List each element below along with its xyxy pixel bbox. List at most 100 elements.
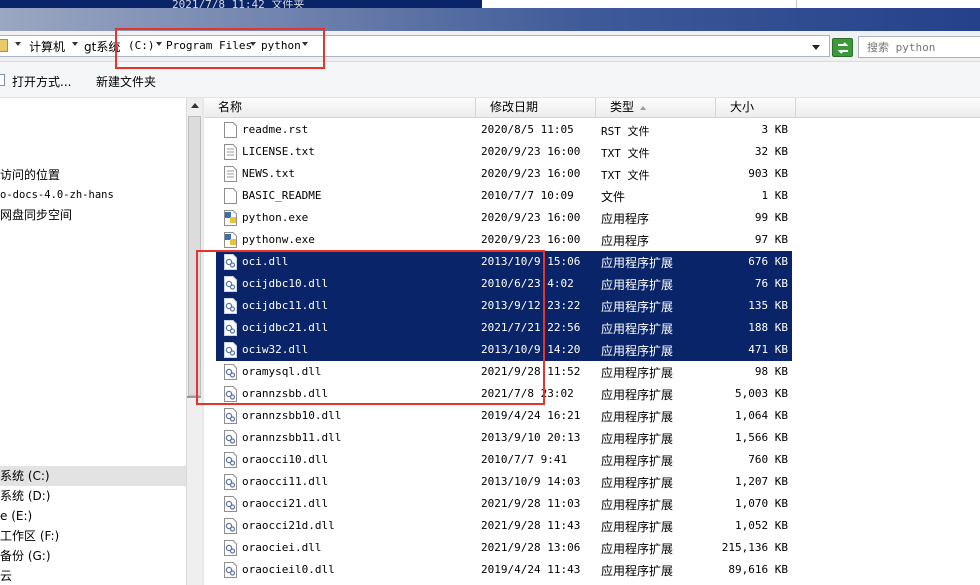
file-modified-date: 2020/9/23 16:00 <box>481 167 581 180</box>
file-modified-date: 2020/8/5 11:05 <box>481 123 574 136</box>
file-size: 3 KB <box>761 123 789 136</box>
search-box[interactable] <box>858 36 980 58</box>
file-size: 89,616 KB <box>728 563 788 576</box>
new-folder-button[interactable]: 新建文件夹 <box>96 73 156 90</box>
file-row[interactable]: ociw32.dll 2013/10/9 14:20 应用程序扩展 471 KB <box>204 339 980 361</box>
file-row[interactable]: oraocci11.dll 2013/10/9 14:03 应用程序扩展 1,207 … <box>204 471 980 493</box>
text-file-icon <box>224 166 237 182</box>
file-name: ociw32.dll <box>242 343 309 356</box>
file-modified-date: 2010/7/7 10:09 <box>481 189 574 202</box>
dll-icon <box>224 386 237 402</box>
file-size: 760 KB <box>748 453 788 466</box>
column-header-date[interactable]: 修改日期 <box>476 98 596 118</box>
file-modified-date: 2013/10/9 15:06 <box>481 255 581 268</box>
file-size: 1,070 KB <box>735 497 788 510</box>
column-header-name[interactable]: 名称 <box>204 98 476 118</box>
file-name: orannzsbb10.dll <box>242 409 342 422</box>
nav-item-cloud[interactable]: 云 <box>0 567 12 585</box>
open-with-button[interactable]: 打开方式... <box>12 73 71 90</box>
file-type: 应用程序扩展 <box>601 256 674 270</box>
file-name: oci.dll <box>242 255 289 268</box>
file-row[interactable]: orannzsbb.dll 2021/7/8 23:02 应用程序扩展 5,003 K… <box>204 383 980 405</box>
file-row[interactable]: ocijdbc10.dll 2010/6/23 4:02 应用程序扩展 76 KB <box>204 273 980 295</box>
background-window-divider <box>796 0 797 8</box>
file-name: orannzsbb11.dll <box>242 431 342 444</box>
nav-item-drive-g[interactable]: 备份 (G:) <box>0 547 51 565</box>
nav-item-drive-d[interactable]: 系统 (D:) <box>0 487 50 505</box>
file-type: 应用程序扩展 <box>601 344 674 358</box>
nav-item-drive-f[interactable]: 工作区 (F:) <box>0 527 59 545</box>
chevron-down-icon[interactable] <box>72 42 78 46</box>
file-size: 1 KB <box>761 189 789 202</box>
file-row[interactable]: python.exe 2020/9/23 16:00 应用程序 99 KB <box>204 207 980 229</box>
file-type: 应用程序扩展 <box>601 454 674 468</box>
file-size: 903 KB <box>748 167 788 180</box>
file-type: TXT 文件 <box>601 169 650 182</box>
file-size: 135 KB <box>748 299 788 312</box>
file-modified-date: 2019/4/24 11:43 <box>481 563 581 576</box>
file-row[interactable]: oraocci21.dll 2021/9/28 11:03 应用程序扩展 1,070 … <box>204 493 980 515</box>
file-size: 1,052 KB <box>735 519 788 532</box>
file-type: 应用程序 <box>601 234 650 248</box>
file-name: ocijdbc10.dll <box>242 277 329 290</box>
chevron-right-icon[interactable] <box>15 42 21 46</box>
dll-icon <box>224 496 237 512</box>
document-icon <box>224 122 237 138</box>
file-row[interactable]: readme.rst 2020/8/5 11:05 RST 文件 3 KB <box>204 119 980 141</box>
file-row[interactable]: oraociei.dll 2021/9/28 13:06 应用程序扩展 215,136… <box>204 537 980 559</box>
chevron-down-icon[interactable] <box>302 42 308 46</box>
nav-item-cloud-sync[interactable]: 网盘同步空间 <box>0 206 72 224</box>
nav-item-docs-folder[interactable]: o-docs-4.0-zh-hans <box>0 186 114 204</box>
search-input[interactable] <box>867 39 977 55</box>
file-row[interactable]: ocijdbc11.dll 2013/9/12 23:22 应用程序扩展 135 KB <box>204 295 980 317</box>
file-row[interactable]: oraocieil0.dll 2019/4/24 11:43 应用程序扩展 89,61… <box>204 559 980 581</box>
file-row[interactable]: orannzsbb11.dll 2013/9/10 20:13 应用程序扩展 1,56… <box>204 427 980 449</box>
column-header-size[interactable]: 大小 <box>716 98 796 118</box>
file-row[interactable]: ocijdbc21.dll 2021/7/21 22:56 应用程序扩展 188 KB <box>204 317 980 339</box>
breadcrumb-program-files[interactable]: Program Files <box>166 39 252 52</box>
column-size-label: 大小 <box>730 100 755 114</box>
breadcrumb-python[interactable]: python <box>261 39 301 52</box>
file-name: NEWS.txt <box>242 167 295 180</box>
dll-icon <box>224 452 237 468</box>
nav-item-recent-places[interactable]: 访问的位置 <box>0 166 60 184</box>
address-bar[interactable]: 计算机 gt系统 (C:) Program Files python <box>0 35 830 57</box>
file-modified-date: 2020/9/23 16:00 <box>481 211 581 224</box>
file-row[interactable]: oraocci21d.dll 2021/9/28 11:43 应用程序扩展 1,052… <box>204 515 980 537</box>
dll-icon <box>224 254 237 270</box>
column-header-type[interactable]: 类型 <box>596 98 716 118</box>
breadcrumb-drive-c[interactable]: (C:) <box>128 39 155 52</box>
file-row[interactable]: BASIC_README 2010/7/7 10:09 文件 1 KB <box>204 185 980 207</box>
file-type: TXT 文件 <box>601 147 650 160</box>
file-row[interactable]: oraocci10.dll 2010/7/7 9:41 应用程序扩展 760 KB <box>204 449 980 471</box>
file-row[interactable]: pythonw.exe 2020/9/23 16:00 应用程序 97 KB <box>204 229 980 251</box>
address-dropdown-icon[interactable] <box>812 45 820 50</box>
scrollbar-thumb[interactable] <box>188 116 201 396</box>
nav-item-drive-e[interactable]: e (E:) <box>0 507 32 525</box>
file-modified-date: 2021/7/21 22:56 <box>481 321 581 334</box>
file-size: 5,003 KB <box>735 387 788 400</box>
chevron-down-icon[interactable] <box>250 42 256 46</box>
nav-item-drive-c[interactable]: 系统 (C:) <box>0 467 50 485</box>
file-size: 98 KB <box>754 365 788 378</box>
breadcrumb-computer[interactable]: 计算机 <box>29 38 65 55</box>
file-modified-date: 2010/6/23 4:02 <box>481 277 574 290</box>
file-row[interactable]: NEWS.txt 2020/9/23 16:00 TXT 文件 903 KB <box>204 163 980 185</box>
chevron-down-icon[interactable] <box>156 42 162 46</box>
file-row[interactable]: orannzsbb10.dll 2019/4/24 16:21 应用程序扩展 1,06… <box>204 405 980 427</box>
file-row[interactable]: LICENSE.txt 2020/9/23 16:00 TXT 文件 32 KB <box>204 141 980 163</box>
file-type: 应用程序扩展 <box>601 542 674 556</box>
file-row[interactable]: oci.dll 2013/10/9 15:06 应用程序扩展 676 KB <box>204 251 980 273</box>
sort-ascending-icon <box>640 105 647 110</box>
nav-scrollbar[interactable] <box>186 98 202 585</box>
file-modified-date: 2020/9/23 16:00 <box>481 145 581 158</box>
file-row[interactable]: oramysql.dll 2021/9/28 11:52 应用程序扩展 98 KB <box>204 361 980 383</box>
refresh-button[interactable] <box>832 38 853 57</box>
dll-icon <box>224 430 237 446</box>
file-size: 471 KB <box>748 343 788 356</box>
breadcrumb-system[interactable]: gt系统 <box>84 38 120 55</box>
file-type: 应用程序扩展 <box>601 432 674 446</box>
file-name: LICENSE.txt <box>242 145 315 158</box>
file-name: python.exe <box>242 211 309 224</box>
scroll-up-icon[interactable] <box>191 103 199 108</box>
